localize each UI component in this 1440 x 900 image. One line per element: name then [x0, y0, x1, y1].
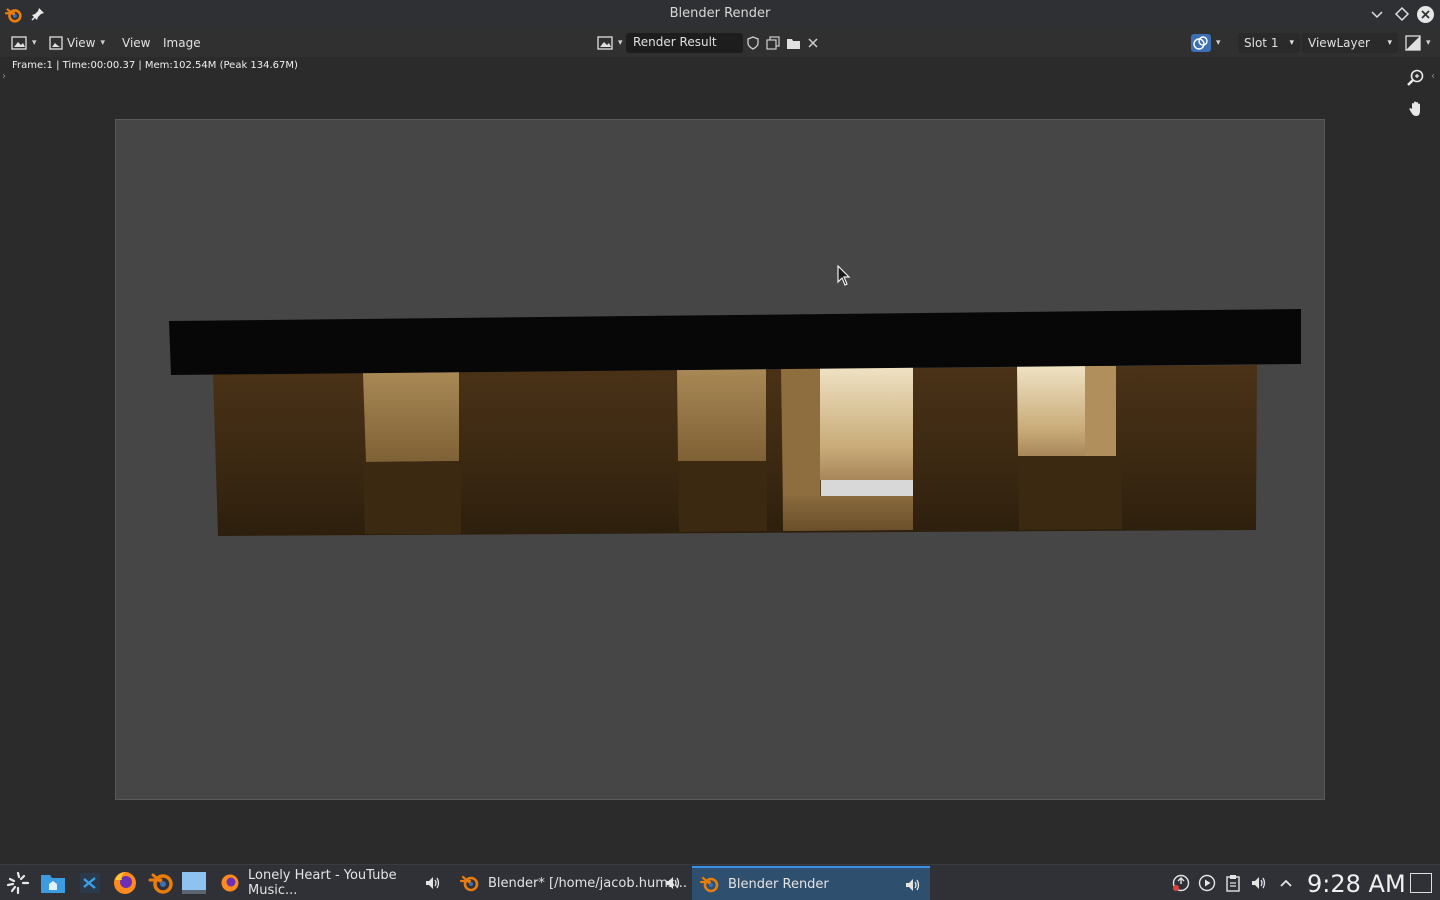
image-viewport[interactable]: Frame:1 | Time:00:00.37 | Mem:102.54M (P… [0, 57, 1440, 864]
close-icon [1421, 10, 1430, 19]
slot-dropdown[interactable]: Slot 1 ▾ [1238, 33, 1300, 53]
view-mode-label: View [67, 36, 96, 50]
chevron-down-icon: ▾ [1289, 38, 1294, 48]
task-youtube-music[interactable]: Lonely Heart - YouTube Music... [212, 866, 450, 900]
show-desktop-button[interactable] [1410, 873, 1432, 893]
firefox-icon[interactable] [112, 870, 138, 896]
new-image-icon[interactable] [765, 33, 781, 53]
close-window-button[interactable] [1417, 6, 1434, 23]
pan-hand-icon[interactable] [1404, 97, 1428, 121]
menu-image[interactable]: Image [163, 33, 201, 53]
vscode-icon[interactable] [77, 870, 103, 896]
zoom-icon[interactable] [1404, 66, 1428, 90]
view-layer-label: ViewLayer [1308, 36, 1370, 50]
render-result-image [115, 119, 1325, 800]
blender-launcher-icon[interactable] [148, 870, 174, 896]
firefox-icon [221, 874, 239, 892]
overlays-toggle[interactable]: ▾ [1191, 33, 1221, 53]
mouse-cursor-icon [837, 265, 851, 286]
toolbar-expand-arrow-icon[interactable]: › [2, 71, 6, 82]
media-player-icon[interactable] [1198, 874, 1216, 892]
maximize-icon[interactable] [1394, 6, 1410, 22]
taskbar: Lonely Heart - YouTube Music... Blender*… [0, 864, 1440, 900]
chevron-down-icon: ▾ [100, 38, 106, 48]
image-view-icon [49, 36, 63, 50]
slot-label: Slot 1 [1244, 36, 1279, 50]
chevron-down-icon: ▾ [32, 38, 37, 48]
task-blender-render[interactable]: Blender Render [692, 866, 930, 900]
minimize-icon[interactable] [1369, 6, 1385, 22]
editor-type-button[interactable]: ▾ [11, 33, 37, 53]
open-folder-icon[interactable] [785, 33, 801, 53]
render-stats-text: Frame:1 | Time:00:00.37 | Mem:102.54M (P… [12, 60, 298, 71]
view-layer-dropdown[interactable]: ViewLayer ▾ [1302, 33, 1398, 53]
display-channels-button[interactable]: ▾ [1405, 33, 1431, 53]
clipboard-icon[interactable] [1224, 874, 1242, 892]
image-editor-header: ▾ View ▾ View Image ▾ Render Result ▾ Sl… [0, 29, 1440, 57]
browse-image-button[interactable]: ▾ [597, 33, 623, 53]
speaker-icon[interactable] [664, 874, 682, 892]
overlays-icon [1191, 34, 1211, 52]
task-blender-main[interactable]: Blender* [/home/jacob.hums... [452, 866, 690, 900]
task-label: Blender Render [728, 876, 829, 892]
chevron-down-icon: ▾ [1387, 38, 1392, 48]
blender-icon [460, 875, 479, 892]
volume-icon[interactable] [1250, 874, 1268, 892]
file-manager-icon[interactable] [40, 870, 66, 896]
display-channels-icon [1405, 35, 1421, 51]
speaker-icon[interactable] [904, 876, 922, 894]
tray-expand-arrow-icon[interactable] [1277, 874, 1295, 892]
image-name-field[interactable]: Render Result [626, 33, 743, 53]
menu-view[interactable]: View [122, 33, 150, 53]
task-label: Blender* [/home/jacob.hums... [488, 875, 688, 891]
clock[interactable]: 9:28 AM [1307, 870, 1406, 898]
update-notifier-icon[interactable] [1172, 874, 1190, 892]
desktop-pager-icon[interactable] [181, 870, 207, 896]
chevron-down-icon: ▾ [618, 38, 623, 48]
image-datablock-tools [745, 33, 821, 53]
menu-view-label: View [122, 36, 151, 50]
unlink-image-close-icon[interactable] [805, 33, 821, 53]
sidebar-expand-arrow-icon[interactable]: ‹ [1431, 71, 1435, 82]
speaker-icon[interactable] [424, 874, 442, 892]
window-titlebar: Blender Render [0, 0, 1440, 29]
rendered-scene [169, 309, 1301, 536]
blender-icon [700, 876, 719, 893]
task-label: Lonely Heart - YouTube Music... [247, 868, 397, 898]
app-launcher-icon[interactable] [5, 870, 31, 896]
chevron-down-icon: ▾ [1216, 38, 1221, 48]
chevron-down-icon: ▾ [1426, 38, 1431, 48]
image-editor-icon [11, 36, 27, 50]
image-browse-icon [597, 36, 613, 50]
window-title: Blender Render [669, 6, 771, 21]
view-mode-dropdown[interactable]: View ▾ [48, 33, 105, 53]
menu-image-label: Image [163, 36, 201, 50]
fake-user-shield-icon[interactable] [745, 33, 761, 53]
